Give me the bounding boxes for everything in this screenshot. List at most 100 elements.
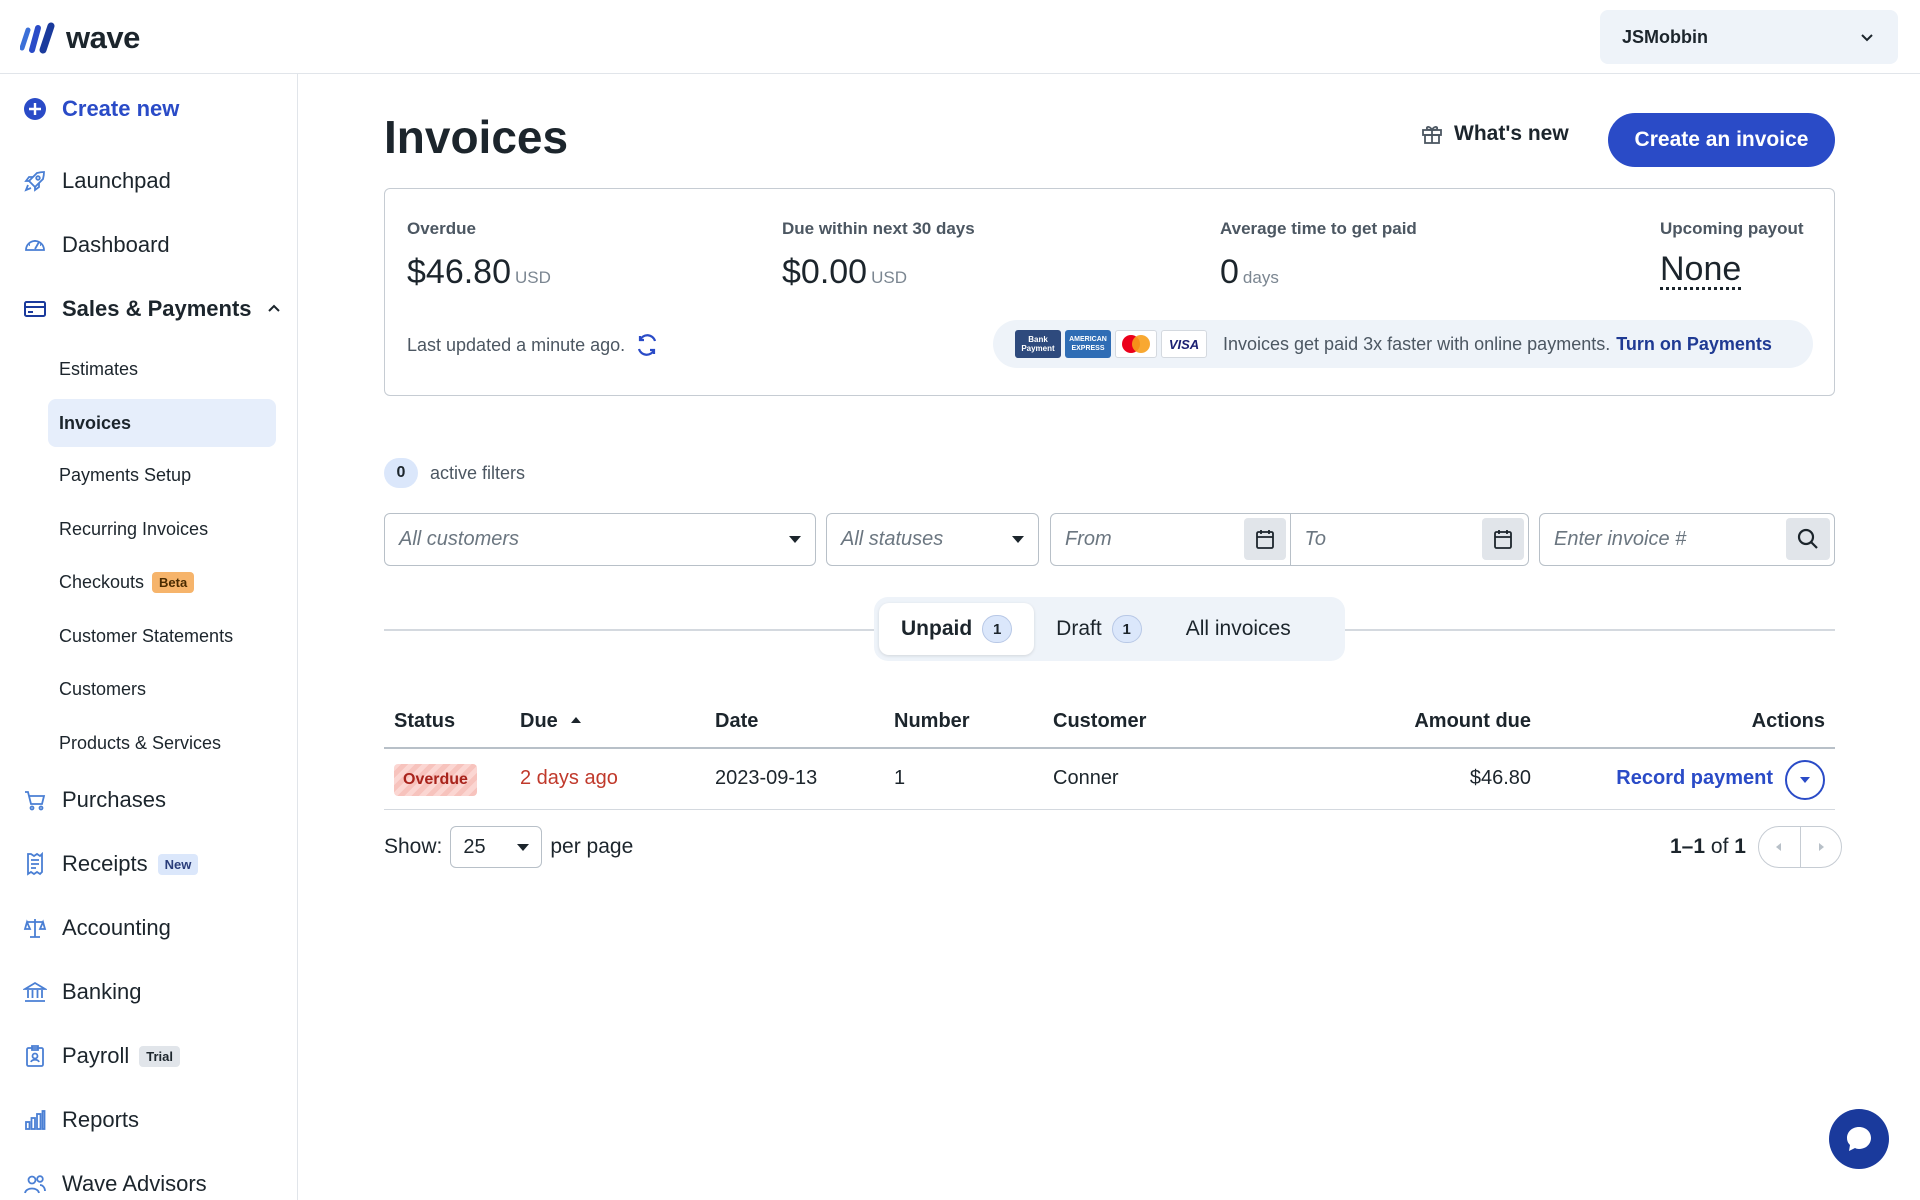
calendar-icon[interactable]	[1482, 518, 1524, 560]
last-updated: Last updated a minute ago.	[407, 333, 659, 357]
column-customer[interactable]: Customer	[1053, 710, 1146, 733]
column-due[interactable]: Due	[520, 710, 583, 733]
trial-badge: Trial	[139, 1045, 180, 1067]
rocket-icon	[22, 168, 48, 194]
invoices-table: Status Due Date Number Customer Amount d…	[384, 700, 1835, 810]
sidebar-subitem-checkouts[interactable]: Checkouts Beta	[48, 558, 276, 606]
customer-cell: Conner	[1053, 767, 1119, 789]
stat-value: $0.00 USD	[782, 253, 975, 292]
gift-icon	[1422, 125, 1442, 144]
sidebar-item-label: Dashboard	[62, 232, 170, 257]
create-new-button[interactable]: Create new	[22, 89, 179, 129]
sidebar-subitem-estimates[interactable]: Estimates	[48, 345, 276, 393]
tab-label: Unpaid	[901, 617, 973, 640]
statuses-select[interactable]: All statuses	[826, 513, 1039, 566]
bank-icon	[22, 979, 48, 1005]
sidebar-item-sales-payments[interactable]: Sales & Payments	[22, 289, 282, 329]
sidebar-item-receipts[interactable]: Receipts New	[22, 844, 199, 884]
sidebar-item-label: Sales & Payments	[62, 296, 252, 321]
column-actions: Actions	[1751, 710, 1825, 732]
sidebar-item-label: Accounting	[62, 915, 171, 940]
whats-new-button[interactable]: What's new	[1420, 122, 1569, 146]
column-number[interactable]: Number	[894, 710, 970, 733]
tab-count: 1	[982, 615, 1013, 643]
tab-unpaid[interactable]: Unpaid 1	[879, 603, 1035, 655]
beta-badge: Beta	[152, 571, 195, 593]
sidebar-subitem-products-services[interactable]: Products & Services	[48, 719, 276, 767]
stat-value: 0 days	[1220, 253, 1417, 292]
calendar-icon[interactable]	[1243, 518, 1286, 560]
column-date[interactable]: Date	[715, 710, 758, 733]
user-menu[interactable]: JSMobbin	[1600, 10, 1898, 64]
tab-all-invoices[interactable]: All invoices	[1164, 603, 1313, 655]
sidebar-item-accounting[interactable]: Accounting	[22, 908, 171, 948]
amount-cell: $46.80	[1469, 767, 1531, 789]
wave-logo[interactable]: wave	[20, 20, 140, 56]
search-icon[interactable]	[1786, 518, 1830, 560]
sidebar-item-wave-advisors[interactable]: Wave Advisors	[22, 1164, 207, 1200]
per-page-select[interactable]: 25	[450, 826, 543, 868]
number-cell: 1	[894, 767, 906, 789]
sidebar-item-label: Purchases	[62, 787, 166, 812]
sidebar-subitem-invoices[interactable]: Invoices	[48, 399, 276, 447]
page-title: Invoices	[384, 111, 569, 163]
caret-down-icon	[789, 536, 801, 543]
invoice-tabs: Unpaid 1 Draft 1 All invoices	[874, 597, 1345, 661]
stat-value: $46.80 USD	[407, 253, 551, 292]
people-icon	[22, 1171, 48, 1197]
sidebar-subitem-label: Checkouts	[59, 571, 145, 592]
sidebar-item-reports[interactable]: Reports	[22, 1100, 139, 1140]
column-amount-due[interactable]: Amount due	[1414, 710, 1531, 733]
pagination-total: 1	[1734, 835, 1746, 858]
statuses-select-value: All statuses	[841, 528, 944, 550]
sidebar-subitem-customer-statements[interactable]: Customer Statements	[48, 612, 276, 660]
from-date-input[interactable]: From	[1051, 514, 1290, 565]
table-row[interactable]: Overdue 2 days ago 2023-09-13 1 Conner $…	[384, 749, 1835, 810]
user-name: JSMobbin	[1622, 26, 1708, 47]
sidebar-subitem-payments-setup[interactable]: Payments Setup	[48, 451, 276, 499]
sidebar-item-purchases[interactable]: Purchases	[22, 780, 166, 820]
refresh-icon[interactable]	[635, 333, 659, 357]
sidebar-subitem-label: Customer Statements	[59, 625, 234, 646]
sidebar-item-dashboard[interactable]: Dashboard	[22, 225, 170, 265]
clipboard-person-icon	[22, 1043, 48, 1069]
pagination-summary: 1–1 of 1	[1670, 835, 1746, 859]
avg-time-stat: Average time to get paid 0 days	[1220, 219, 1417, 292]
caret-left-icon	[1776, 843, 1782, 851]
pagination-range: 1–1	[1670, 835, 1706, 858]
sidebar-subitem-recurring-invoices[interactable]: Recurring Invoices	[48, 505, 276, 553]
next-page-button[interactable]	[1799, 827, 1841, 867]
payout-stat: Upcoming payout None	[1660, 219, 1804, 290]
stat-unit: days	[1242, 268, 1279, 287]
invoice-number-input[interactable]: Enter invoice #	[1539, 513, 1835, 566]
chevron-down-icon	[1861, 34, 1873, 42]
payout-value[interactable]: None	[1660, 251, 1742, 290]
sidebar-item-payroll[interactable]: Payroll Trial	[22, 1036, 180, 1076]
sidebar-item-label: Receipts	[62, 851, 148, 876]
record-payment-link[interactable]: Record payment	[1616, 767, 1773, 790]
sidebar-subitem-customers[interactable]: Customers	[48, 665, 276, 713]
sidebar-item-banking[interactable]: Banking	[22, 972, 142, 1012]
overdue-stat: Overdue $46.80 USD	[407, 219, 551, 292]
logo-text: wave	[66, 20, 140, 55]
turn-on-payments-link[interactable]: Turn on Payments	[1616, 334, 1772, 355]
to-date-input[interactable]: To	[1289, 514, 1529, 565]
tab-draft[interactable]: Draft 1	[1034, 603, 1164, 655]
customers-select[interactable]: All customers	[384, 513, 816, 566]
chat-button[interactable]	[1829, 1109, 1889, 1169]
sidebar-subitem-label: Payments Setup	[59, 464, 192, 485]
create-invoice-button[interactable]: Create an invoice	[1608, 113, 1835, 167]
column-status[interactable]: Status	[394, 710, 455, 733]
sidebar: Create new Launchpad Dashboard Sales & P…	[0, 74, 298, 1200]
caret-right-icon	[1818, 843, 1824, 851]
invoice-number-placeholder: Enter invoice #	[1554, 528, 1687, 550]
active-filter-count: 0	[384, 458, 418, 488]
more-actions-button[interactable]	[1785, 760, 1825, 800]
page-size-control: Show: 25 per page	[384, 826, 633, 868]
scale-icon	[22, 915, 48, 941]
sidebar-item-launchpad[interactable]: Launchpad	[22, 161, 171, 201]
summary-panel: Overdue $46.80 USD Due within next 30 day…	[384, 188, 1835, 396]
sidebar-subitem-label: Products & Services	[59, 732, 222, 753]
top-bar: wave JSMobbin	[0, 0, 1920, 74]
previous-page-button[interactable]	[1759, 827, 1800, 867]
